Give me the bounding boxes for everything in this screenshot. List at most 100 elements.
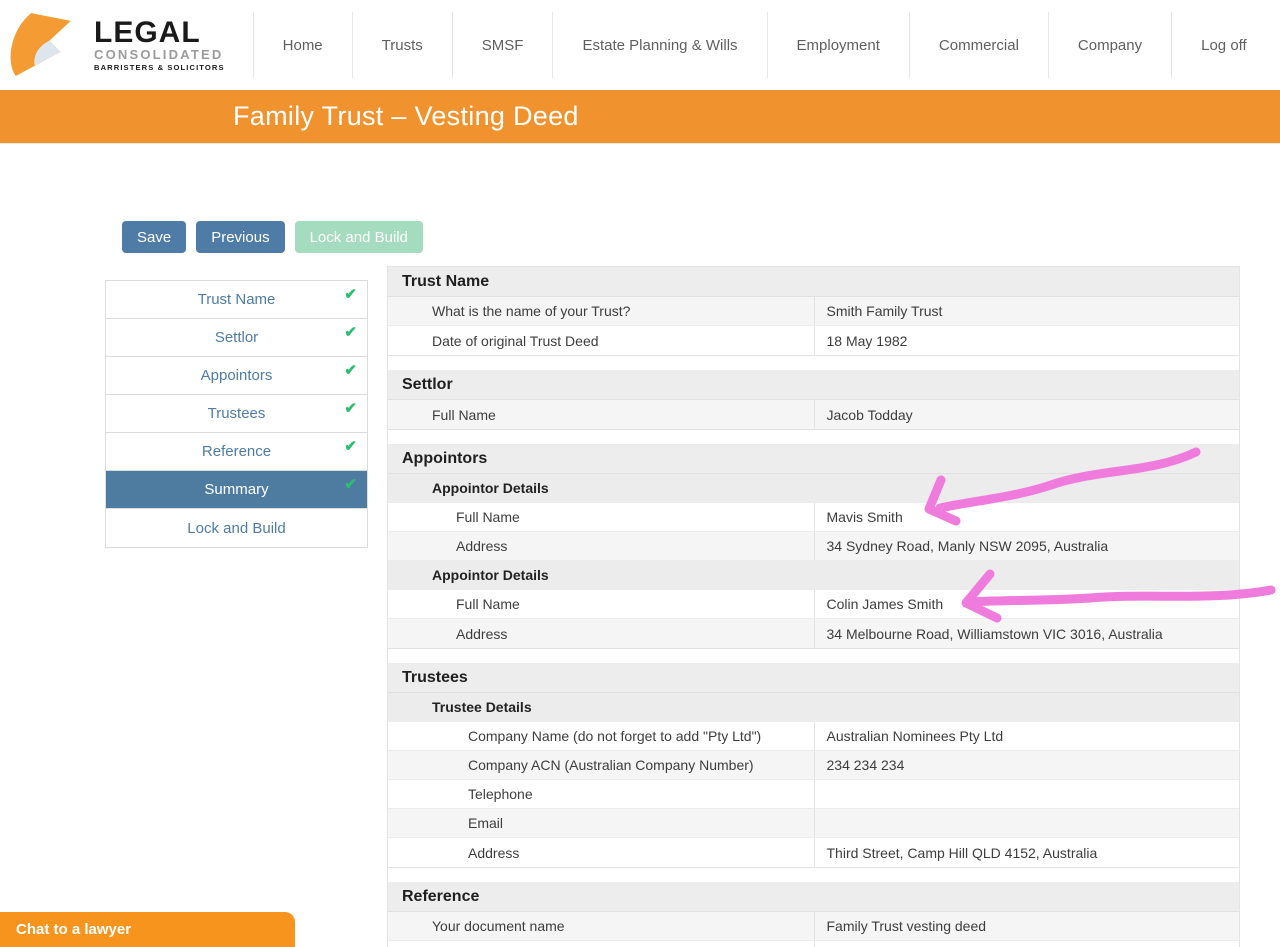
logo-word-consolidated: CONSOLIDATED [94, 47, 225, 62]
row-value: Mavis Smith [814, 503, 1240, 531]
row-value: 234 234 234 [814, 751, 1240, 779]
row-label: Company Name (do not forget to add "Pty … [388, 722, 814, 750]
row-label: Telephone [388, 780, 814, 808]
row-value [814, 809, 1240, 837]
row-value: Jacob Todday [814, 400, 1240, 429]
summary-row: Address Third Street, Camp Hill QLD 4152… [388, 838, 1239, 867]
sidebar-item-label: Trustees [208, 405, 266, 422]
nav-item-employment[interactable]: Employment [767, 12, 909, 78]
subheader-label: Trustee Details [388, 693, 1239, 721]
sidebar-item-settlor[interactable]: Settlor ✔ [106, 319, 367, 357]
row-value [814, 780, 1240, 808]
check-icon: ✔ [344, 361, 357, 379]
summary-panel: Trust Name What is the name of your Trus… [387, 266, 1240, 947]
subheader-label: Appointor Details [388, 474, 1239, 502]
summary-row: What is the name of your Trust? Smith Fa… [388, 297, 1239, 326]
save-button[interactable]: Save [122, 221, 186, 253]
sidebar-item-label: Summary [204, 481, 268, 498]
sidebar-item-label: Reference [202, 443, 271, 460]
summary-row: Your document name Family Trust vesting … [388, 912, 1239, 941]
row-value [814, 941, 1240, 947]
nav-item-home[interactable]: Home [253, 12, 352, 78]
nav-item-trusts[interactable]: Trusts [352, 12, 452, 78]
check-icon: ✔ [344, 285, 357, 303]
section-title: Settlor [388, 370, 1239, 400]
summary-subheader: Trustee Details [388, 693, 1239, 722]
row-label: Company ACN (Australian Company Number) [388, 751, 814, 779]
row-label: Email [388, 809, 814, 837]
previous-button[interactable]: Previous [196, 221, 284, 253]
sidebar-item-appointors[interactable]: Appointors ✔ [106, 357, 367, 395]
logo-text: LEGAL CONSOLIDATED BARRISTERS & SOLICITO… [94, 19, 225, 73]
summary-row [388, 941, 1239, 947]
summary-row: Telephone [388, 780, 1239, 809]
logo-word-legal: LEGAL [94, 19, 225, 47]
section-title: Reference [388, 882, 1239, 912]
sidebar-item-label: Settlor [215, 329, 258, 346]
logo-word-barristers: BARRISTERS & SOLICITORS [94, 62, 225, 73]
check-icon: ✔ [344, 323, 357, 341]
sidebar-item-trustees[interactable]: Trustees ✔ [106, 395, 367, 433]
row-label: Full Name [388, 400, 814, 429]
summary-row: Email [388, 809, 1239, 838]
page-title: Family Trust – Vesting Deed [233, 101, 579, 132]
row-label: What is the name of your Trust? [388, 297, 814, 325]
summary-subheader: Appointor Details [388, 561, 1239, 590]
row-value: Family Trust vesting deed [814, 912, 1240, 940]
section-title: Trust Name [388, 267, 1239, 297]
section-reference: Reference Your document name Family Trus… [388, 882, 1239, 947]
sidebar-item-label: Trust Name [198, 291, 276, 308]
sidebar-item-label: Appointors [201, 367, 273, 384]
row-label: Full Name [388, 590, 814, 618]
action-toolbar: Save Previous Lock and Build [122, 221, 423, 253]
summary-row: Full Name Jacob Todday [388, 400, 1239, 429]
nav-item-estate-planning[interactable]: Estate Planning & Wills [552, 12, 766, 78]
row-value: Smith Family Trust [814, 297, 1240, 325]
nav-item-commercial[interactable]: Commercial [909, 12, 1048, 78]
check-icon: ✔ [344, 475, 357, 493]
row-value: 34 Sydney Road, Manly NSW 2095, Australi… [814, 532, 1240, 560]
row-value: 34 Melbourne Road, Williamstown VIC 3016… [814, 619, 1240, 648]
nav-item-smsf[interactable]: SMSF [452, 12, 553, 78]
company-logo[interactable]: LEGAL CONSOLIDATED BARRISTERS & SOLICITO… [2, 10, 225, 80]
summary-row: Address 34 Sydney Road, Manly NSW 2095, … [388, 532, 1239, 561]
sidebar-item-lock-and-build[interactable]: Lock and Build [106, 509, 367, 547]
section-trustees: Trustees Trustee Details Company Name (d… [388, 663, 1239, 868]
logo-fold-icon [2, 10, 88, 80]
lock-and-build-button[interactable]: Lock and Build [295, 221, 423, 253]
sidebar-item-trust-name[interactable]: Trust Name ✔ [106, 281, 367, 319]
subheader-label: Appointor Details [388, 561, 1239, 589]
row-label: Date of original Trust Deed [388, 326, 814, 355]
steps-sidebar: Trust Name ✔ Settlor ✔ Appointors ✔ Trus… [105, 280, 368, 548]
row-label: Your document name [388, 912, 814, 940]
section-title: Appointors [388, 444, 1239, 474]
summary-row: Full Name Mavis Smith [388, 503, 1239, 532]
row-value: Third Street, Camp Hill QLD 4152, Austra… [814, 838, 1240, 867]
row-value: Colin James Smith [814, 590, 1240, 618]
nav-menu: Home Trusts SMSF Estate Planning & Wills… [253, 12, 1276, 78]
summary-subheader: Appointor Details [388, 474, 1239, 503]
row-label: Address [388, 838, 814, 867]
row-label: Address [388, 532, 814, 560]
section-appointors: Appointors Appointor Details Full Name M… [388, 444, 1239, 649]
row-value: Australian Nominees Pty Ltd [814, 722, 1240, 750]
section-trust-name: Trust Name What is the name of your Trus… [388, 267, 1239, 356]
page-banner: Family Trust – Vesting Deed [0, 90, 1280, 144]
summary-row: Company ACN (Australian Company Number) … [388, 751, 1239, 780]
row-value: 18 May 1982 [814, 326, 1240, 355]
check-icon: ✔ [344, 399, 357, 417]
sidebar-item-label: Lock and Build [187, 520, 285, 537]
nav-item-logoff[interactable]: Log off [1171, 12, 1276, 78]
sidebar-item-summary[interactable]: Summary ✔ [106, 471, 367, 509]
section-settlor: Settlor Full Name Jacob Todday [388, 370, 1239, 430]
top-navigation-bar: LEGAL CONSOLIDATED BARRISTERS & SOLICITO… [0, 0, 1280, 90]
summary-row: Company Name (do not forget to add "Pty … [388, 722, 1239, 751]
row-label: Full Name [388, 503, 814, 531]
summary-row: Date of original Trust Deed 18 May 1982 [388, 326, 1239, 355]
summary-row: Address 34 Melbourne Road, Williamstown … [388, 619, 1239, 648]
sidebar-item-reference[interactable]: Reference ✔ [106, 433, 367, 471]
chat-to-lawyer-button[interactable]: Chat to a lawyer [0, 912, 295, 947]
section-title: Trustees [388, 663, 1239, 693]
nav-item-company[interactable]: Company [1048, 12, 1171, 78]
summary-row: Full Name Colin James Smith [388, 590, 1239, 619]
